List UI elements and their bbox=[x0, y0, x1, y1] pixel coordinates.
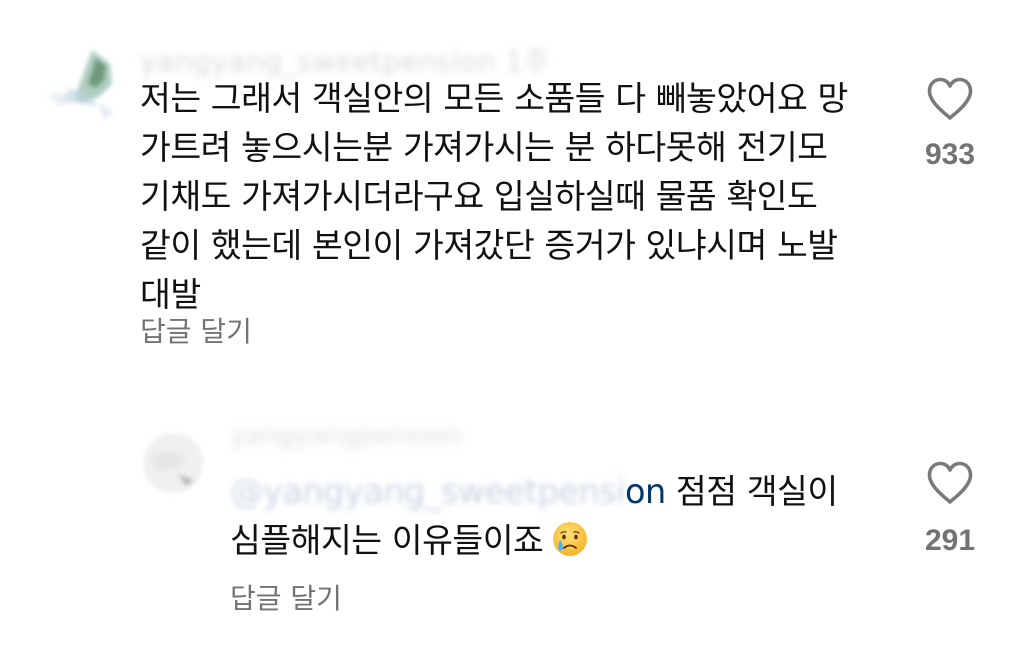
mention-blurred: @yangyang_sweetpensi bbox=[230, 472, 626, 511]
comment-line: 같이 했는데 본인이 가져갔단 증거가 있냐시며 노발 bbox=[140, 226, 838, 265]
avatar[interactable] bbox=[138, 428, 208, 498]
comment-line: 심플해지는 이유들이죠 bbox=[230, 516, 870, 565]
comment-text-part: 점점 객실이 bbox=[665, 472, 838, 511]
comment-text-part: 심플해지는 이유들이죠 bbox=[230, 521, 544, 560]
reply-button[interactable]: 답글 달기 bbox=[230, 577, 342, 617]
comment-text: @yangyang_sweetpension 점점 객실이 심플해지는 이유들이… bbox=[230, 467, 870, 565]
like-count: 291 bbox=[924, 524, 976, 557]
comment-username[interactable]: yangyangpension bbox=[230, 421, 461, 451]
comment-text: 저는 그래서 객실안의 모든 소품들 다 빼놓았어요 망 가트려 놓으시는분 가… bbox=[140, 74, 875, 319]
reply-button[interactable]: 답글 달기 bbox=[140, 310, 252, 350]
heart-outline-icon[interactable] bbox=[925, 460, 975, 506]
comment-line: 기채도 가져가시더라구요 입실하실때 물품 확인도 bbox=[140, 177, 818, 216]
comment-line: 가트려 놓으시는분 가져가시는 분 하다못해 전기모 bbox=[140, 128, 828, 167]
comment-line: 저는 그래서 객실안의 모든 소품들 다 빼놓았어요 망 bbox=[140, 79, 848, 118]
comment-thread: yangyang_sweetpension 1주 저는 그래서 객실안의 모든 … bbox=[0, 0, 1024, 659]
crying-face-emoji-icon bbox=[551, 520, 589, 558]
mention-visible: on bbox=[625, 472, 666, 511]
avatar[interactable] bbox=[40, 44, 124, 128]
mention-link[interactable]: @yangyang_sweetpension bbox=[230, 472, 666, 511]
comment-line: @yangyang_sweetpension 점점 객실이 bbox=[230, 467, 870, 516]
like-count: 933 bbox=[924, 138, 976, 171]
heart-outline-icon[interactable] bbox=[925, 76, 975, 122]
